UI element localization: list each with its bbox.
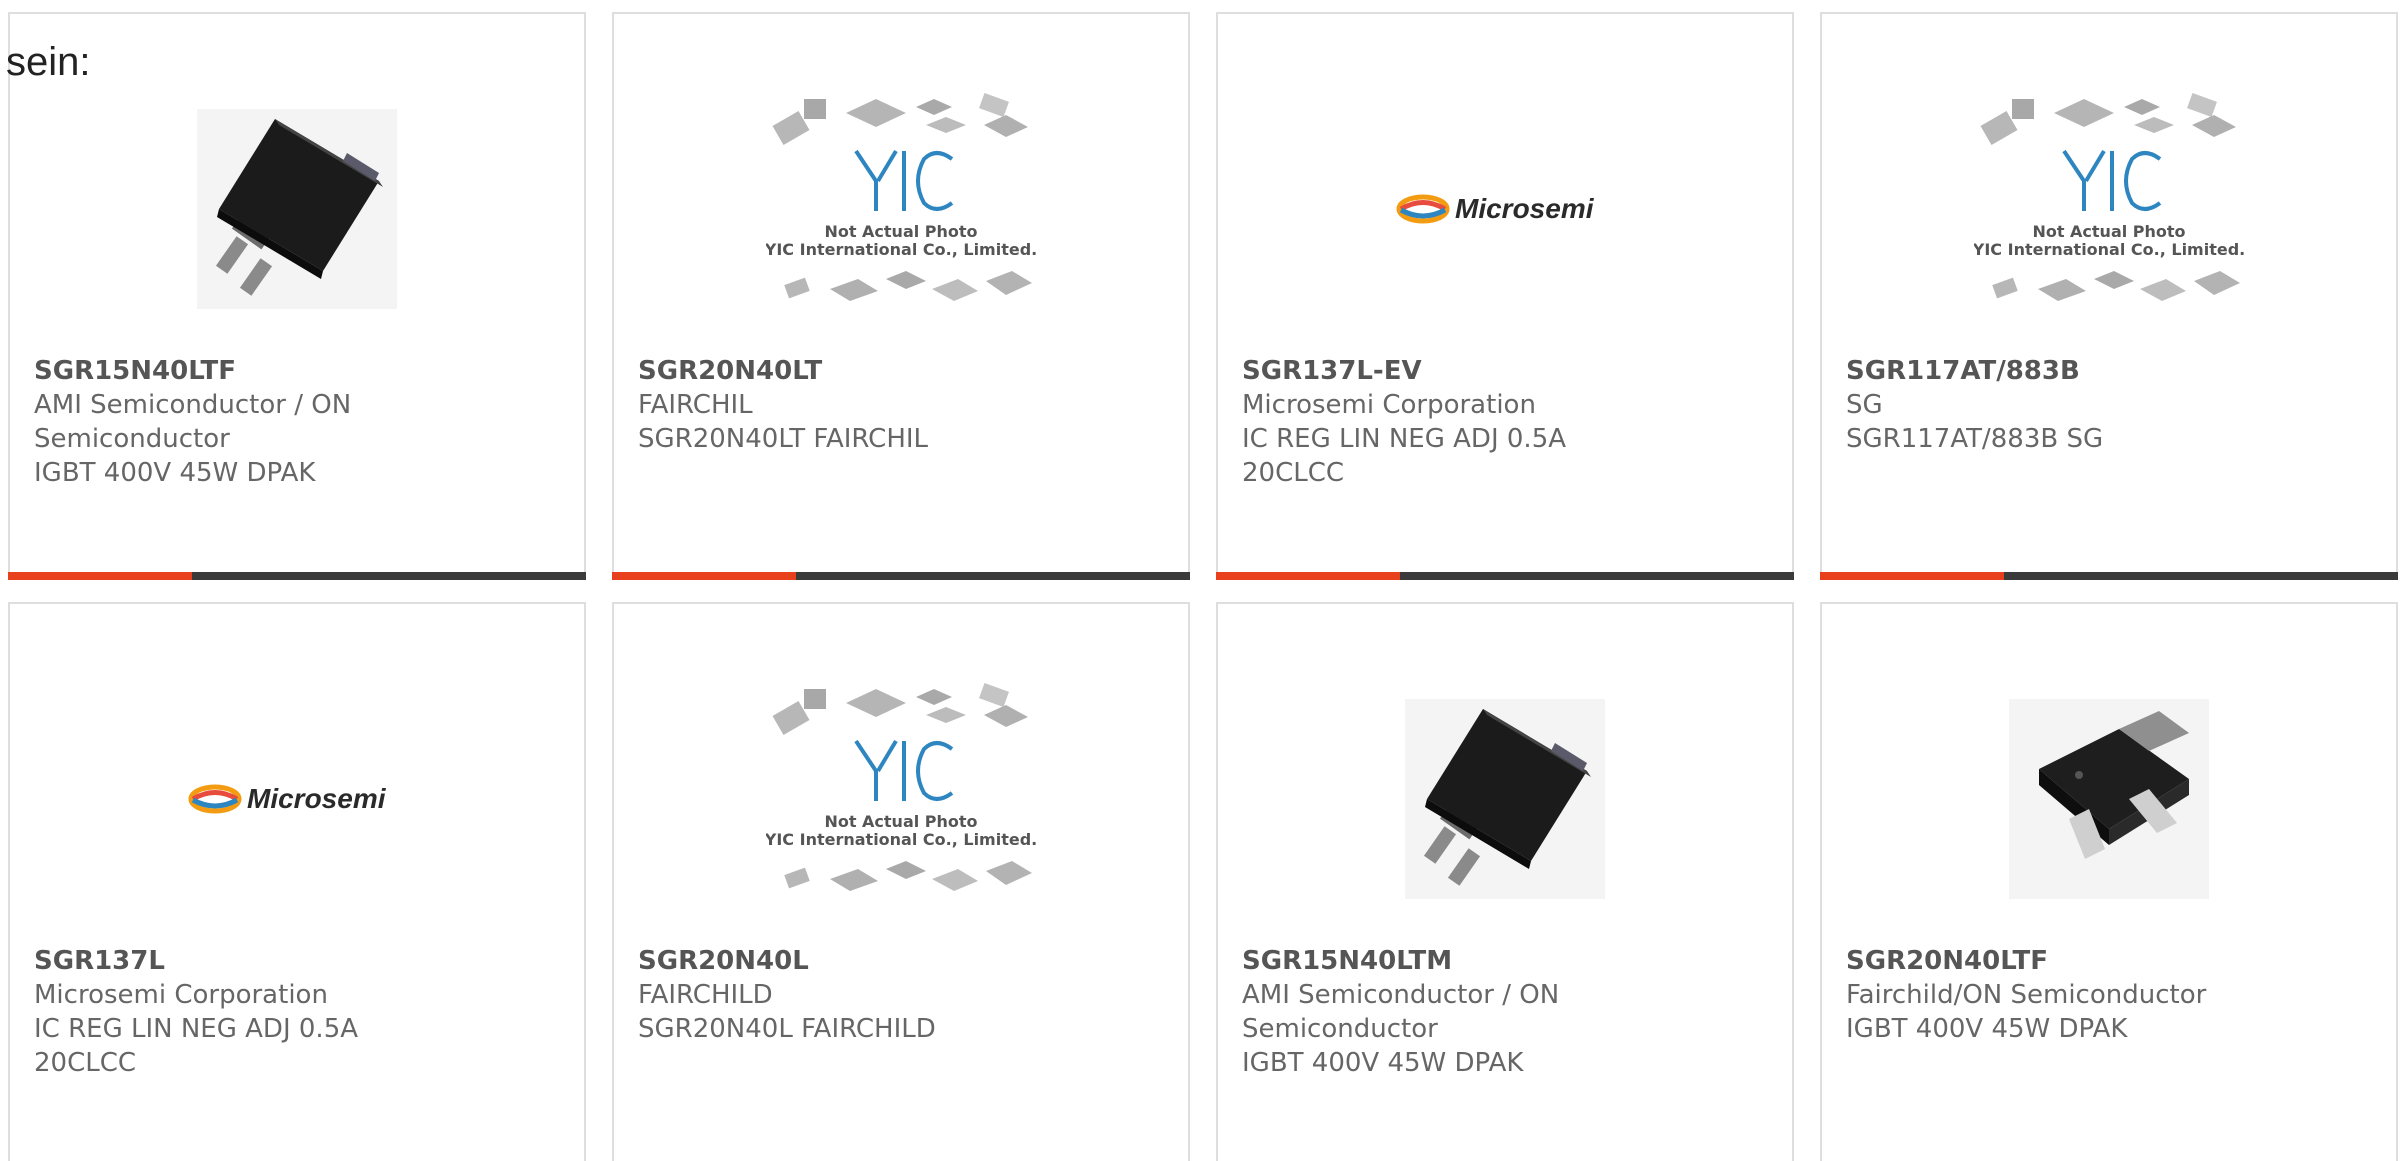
- part-number-link[interactable]: SGR20N40L: [638, 944, 1058, 978]
- product-info: SGR137L Microsemi Corporation IC REG LIN…: [34, 944, 454, 1080]
- card-bottom-bar: [1820, 572, 2398, 580]
- dpak-chip-flat-icon: [2009, 699, 2209, 899]
- card-accent-bar: [1820, 572, 2004, 580]
- manufacturer: FAIRCHILD: [638, 980, 773, 1010]
- manufacturer: Microsemi Corporation: [1242, 390, 1536, 420]
- card-accent-bar: [8, 572, 192, 580]
- product-info: SGR15N40LTM AMI Semiconductor / ON Semic…: [1242, 944, 1662, 1080]
- description: IGBT 400V 45W DPAK: [1846, 1014, 2128, 1044]
- dpak-chip-icon: [197, 109, 397, 309]
- microsemi-logo-icon: Microsemi: [1396, 193, 1595, 224]
- manufacturer: SG: [1846, 390, 1883, 420]
- product-info: SGR20N40LTF Fairchild/ON Semiconductor I…: [1846, 944, 2266, 1046]
- intro-text: sein:: [6, 40, 91, 84]
- product-listing-page: sein: SGR15N40LTF AMI Semiconductor / ON…: [0, 0, 2400, 1161]
- product-image[interactable]: Not Actual Photo YIC International Co., …: [614, 74, 1188, 344]
- yic-caption-line1: Not Actual Photo: [824, 812, 977, 831]
- microsemi-logo-text: Microsemi: [1455, 193, 1595, 224]
- product-image[interactable]: Not Actual Photo YIC International Co., …: [614, 664, 1188, 934]
- yic-caption-line2: YIC International Co., Limited.: [766, 830, 1036, 849]
- yic-placeholder-icon: Not Actual Photo YIC International Co., …: [766, 683, 1036, 891]
- part-number-link[interactable]: SGR137L-EV: [1242, 354, 1662, 388]
- product-image[interactable]: [10, 74, 584, 344]
- product-image[interactable]: [1218, 664, 1792, 934]
- yic-caption-line2: YIC International Co., Limited.: [1974, 240, 2244, 259]
- part-number-link[interactable]: SGR15N40LTF: [34, 354, 454, 388]
- card-bottom-bar: [1216, 572, 1794, 580]
- description: IC REG LIN NEG ADJ 0.5A 20CLCC: [34, 1014, 359, 1078]
- product-card[interactable]: Not Actual Photo YIC International Co., …: [1820, 12, 2398, 580]
- part-number-link[interactable]: SGR20N40LT: [638, 354, 1058, 388]
- manufacturer: FAIRCHIL: [638, 390, 753, 420]
- product-card[interactable]: SGR15N40LTM AMI Semiconductor / ON Semic…: [1216, 602, 1794, 1161]
- yic-caption-line1: Not Actual Photo: [2032, 222, 2185, 241]
- product-image[interactable]: Microsemi: [10, 664, 584, 934]
- yic-placeholder-icon: Not Actual Photo YIC International Co., …: [1974, 93, 2244, 301]
- part-number-link[interactable]: SGR15N40LTM: [1242, 944, 1662, 978]
- description: IGBT 400V 45W DPAK: [1242, 1048, 1524, 1078]
- manufacturer: AMI Semiconductor / ON Semiconductor: [34, 390, 352, 454]
- description: IC REG LIN NEG ADJ 0.5A 20CLCC: [1242, 424, 1567, 488]
- card-bottom-bar: [8, 572, 586, 580]
- card-accent-bar: [612, 572, 796, 580]
- product-card[interactable]: SGR15N40LTF AMI Semiconductor / ON Semic…: [8, 12, 586, 580]
- part-number-link[interactable]: SGR137L: [34, 944, 454, 978]
- product-info: SGR137L-EV Microsemi Corporation IC REG …: [1242, 354, 1662, 490]
- manufacturer: Fairchild/ON Semiconductor: [1846, 980, 2207, 1010]
- product-image[interactable]: Not Actual Photo YIC International Co., …: [1822, 74, 2396, 344]
- product-grid: SGR15N40LTF AMI Semiconductor / ON Semic…: [8, 12, 2400, 1161]
- product-card[interactable]: SGR20N40LTF Fairchild/ON Semiconductor I…: [1820, 602, 2398, 1161]
- product-info: SGR117AT/883B SG SGR117AT/883B SG: [1846, 354, 2266, 456]
- dpak-chip-icon: [1405, 699, 1605, 899]
- yic-caption-line1: Not Actual Photo: [824, 222, 977, 241]
- description: SGR20N40LT FAIRCHIL: [638, 424, 929, 454]
- description: IGBT 400V 45W DPAK: [34, 458, 316, 488]
- description: SGR20N40L FAIRCHILD: [638, 1014, 936, 1044]
- manufacturer: Microsemi Corporation: [34, 980, 328, 1010]
- card-accent-bar: [1216, 572, 1400, 580]
- yic-placeholder-icon: Not Actual Photo YIC International Co., …: [766, 93, 1036, 301]
- product-card[interactable]: Microsemi SGR137L Microsemi Corporation …: [8, 602, 586, 1161]
- product-info: SGR20N40LT FAIRCHIL SGR20N40LT FAIRCHIL: [638, 354, 1058, 456]
- card-bottom-bar: [612, 572, 1190, 580]
- product-card[interactable]: Not Actual Photo YIC International Co., …: [612, 12, 1190, 580]
- product-image[interactable]: [1822, 664, 2396, 934]
- microsemi-logo-icon: Microsemi: [188, 783, 387, 814]
- product-info: SGR20N40L FAIRCHILD SGR20N40L FAIRCHILD: [638, 944, 1058, 1046]
- product-card[interactable]: Not Actual Photo YIC International Co., …: [612, 602, 1190, 1161]
- product-image[interactable]: Microsemi: [1218, 74, 1792, 344]
- microsemi-logo-text: Microsemi: [247, 783, 387, 814]
- product-card[interactable]: Microsemi SGR137L-EV Microsemi Corporati…: [1216, 12, 1794, 580]
- yic-caption-line2: YIC International Co., Limited.: [766, 240, 1036, 259]
- part-number-link[interactable]: SGR117AT/883B: [1846, 354, 2266, 388]
- product-info: SGR15N40LTF AMI Semiconductor / ON Semic…: [34, 354, 454, 490]
- part-number-link[interactable]: SGR20N40LTF: [1846, 944, 2266, 978]
- description: SGR117AT/883B SG: [1846, 424, 2104, 454]
- manufacturer: AMI Semiconductor / ON Semiconductor: [1242, 980, 1560, 1044]
